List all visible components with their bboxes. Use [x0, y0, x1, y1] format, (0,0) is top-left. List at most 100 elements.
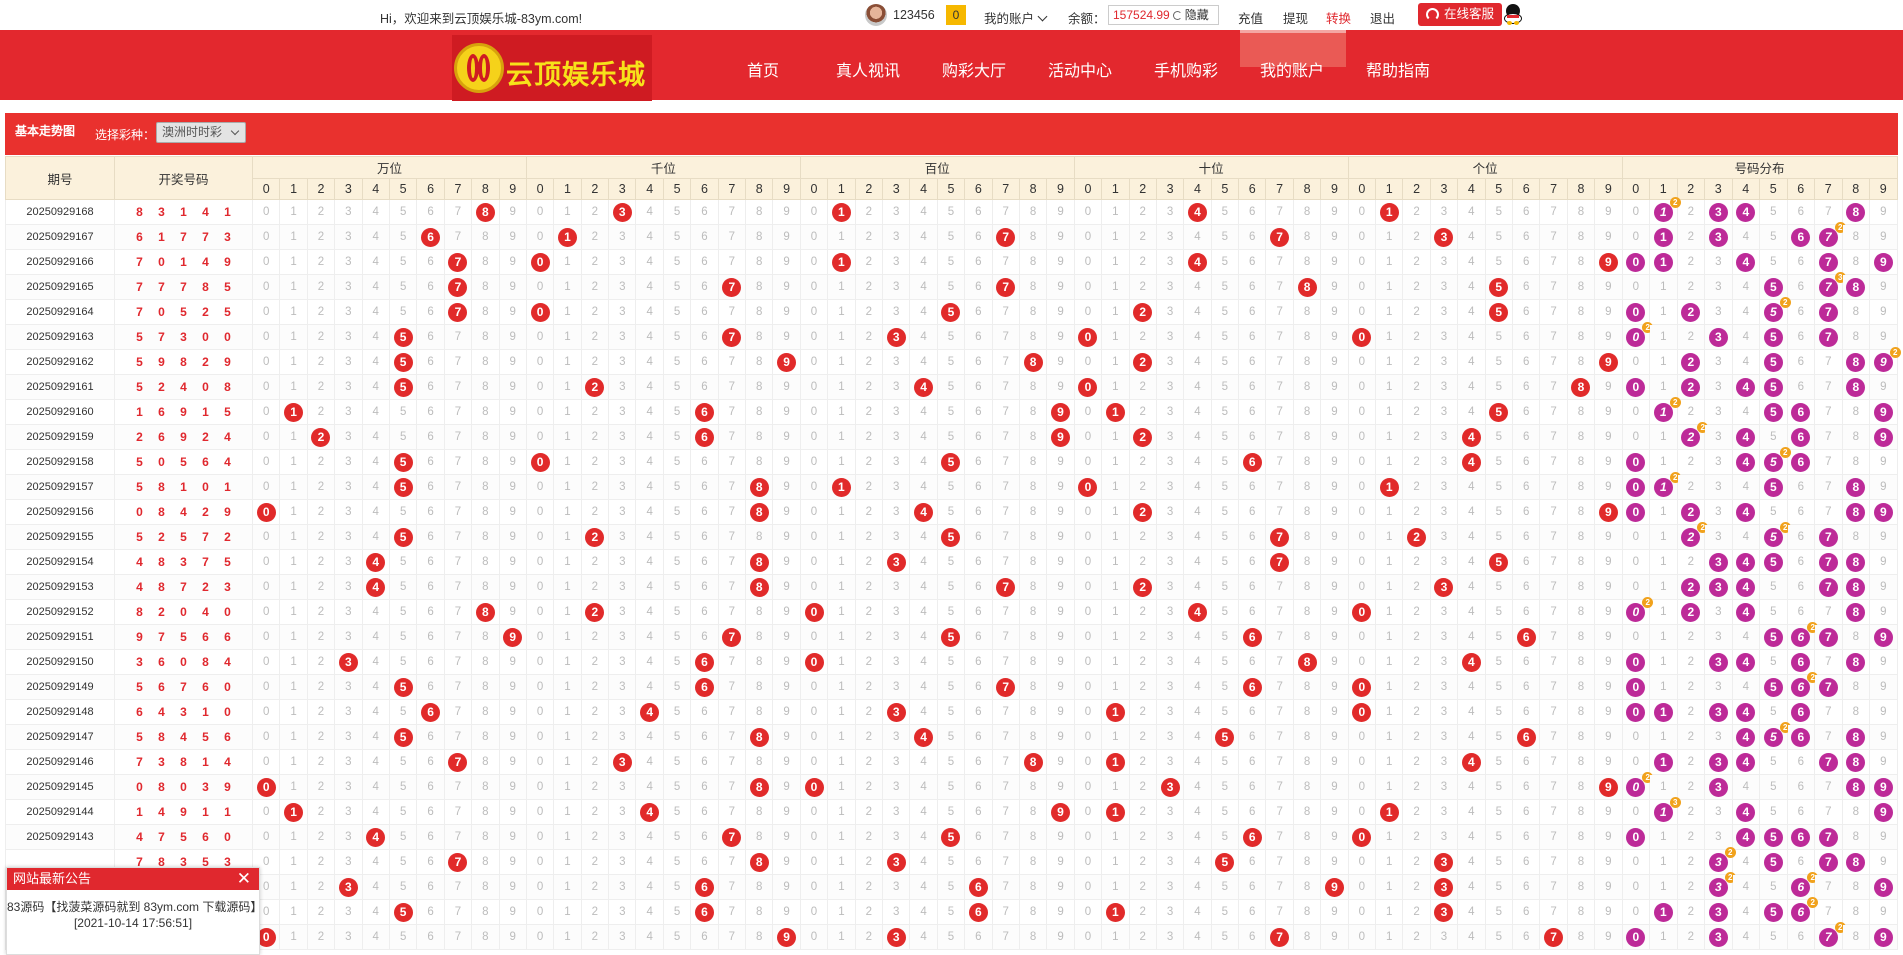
draw-digit: 6	[202, 630, 209, 644]
close-icon[interactable]: ✕	[237, 869, 251, 889]
dist-miss-cell: 9	[1869, 224, 1898, 250]
miss-cell: 1	[279, 274, 308, 300]
draw-digit: 5	[136, 730, 143, 744]
miss-cell: 9	[1046, 249, 1075, 275]
nav-promotions[interactable]: 活动中心	[1030, 57, 1130, 81]
miss-cell: 9	[772, 699, 801, 725]
nav-my-account[interactable]: 我的账户	[1242, 57, 1342, 81]
dist-ball: 8	[1841, 499, 1871, 525]
miss-cell: 8	[1566, 599, 1596, 625]
dist-ball: 52	[1759, 721, 1791, 750]
miss-cell: 7	[991, 374, 1020, 400]
miss-cell: 3	[334, 774, 363, 800]
nav-lottery-hall[interactable]: 购彩大厅	[924, 57, 1024, 81]
dist-ball-number: 0	[1626, 927, 1646, 947]
qq-icon[interactable]	[1504, 4, 1522, 25]
miss-cell: 3	[334, 374, 363, 400]
dist-miss-cell: 3	[1704, 724, 1733, 750]
link-deposit[interactable]: 充值	[1238, 8, 1263, 27]
dist-ball: 7	[1814, 574, 1843, 600]
nav-mobile-lottery[interactable]: 手机购彩	[1136, 57, 1236, 81]
miss-cell: 1	[827, 274, 856, 300]
my-account-dropdown[interactable]: 我的账户	[984, 8, 1048, 27]
miss-cell: 4	[1183, 324, 1212, 350]
dist-ball: 9	[1869, 774, 1898, 800]
draw-digit: 4	[202, 605, 209, 619]
miss-cell: 7	[991, 249, 1020, 275]
miss-cell: 6	[1511, 549, 1541, 575]
miss-cell: 4	[1457, 199, 1486, 225]
link-transfer[interactable]: 转换	[1326, 8, 1351, 27]
miss-cell: 1	[1101, 874, 1130, 900]
link-withdraw[interactable]: 提现	[1283, 8, 1308, 27]
dist-ball-number: 3	[1708, 227, 1728, 247]
miss-cell: 4	[1183, 849, 1212, 875]
miss-cell: 2	[1402, 374, 1431, 400]
draw-digit: 7	[180, 230, 187, 244]
draw-digit: 6	[136, 705, 143, 719]
link-logout[interactable]: 退出	[1370, 8, 1395, 27]
avatar[interactable]	[865, 4, 887, 26]
dist-ball-number: 12	[1653, 471, 1681, 497]
miss-cell: 9	[772, 499, 801, 525]
dist-miss-cell: 7	[1814, 499, 1843, 525]
miss-cell: 6	[1238, 349, 1267, 375]
nav-home[interactable]: 首页	[713, 57, 813, 81]
dist-ball-number: 9	[1873, 927, 1893, 947]
draw-numbers: 52408	[114, 374, 253, 400]
nav-live-video[interactable]: 真人视讯	[818, 57, 918, 81]
hit-ball-number: 3	[886, 852, 906, 872]
miss-cell: 2	[1128, 749, 1157, 775]
miss-cell: 3	[1155, 649, 1185, 675]
miss-cell: 9	[1594, 324, 1623, 350]
miss-cell: 7	[991, 324, 1020, 350]
miss-cell: 7	[991, 449, 1020, 475]
refresh-icon[interactable]	[1172, 11, 1182, 20]
site-logo[interactable]: 云顶娱乐城	[452, 35, 652, 101]
message-count-badge[interactable]: 0	[946, 5, 966, 25]
miss-cell: 8	[471, 374, 500, 400]
digit-header: 9	[772, 178, 801, 200]
miss-cell: 0	[251, 724, 281, 750]
miss-cell: 8	[471, 849, 500, 875]
hit-ball-number: 1	[1105, 702, 1125, 722]
dist-miss-cell: 4	[1731, 899, 1761, 925]
dist-ball-number: 3	[1708, 552, 1728, 572]
hit-ball: 6	[690, 874, 719, 900]
miss-cell: 0	[251, 624, 281, 650]
miss-cell: 8	[1018, 574, 1048, 600]
miss-cell: 2	[1402, 449, 1431, 475]
hit-ball: 3	[1155, 774, 1185, 800]
miss-cell: 2	[1402, 899, 1431, 925]
notice-text[interactable]: 83源码【找菠菜源码就到 83ym.com 下载源码】	[7, 899, 262, 915]
miss-cell: 3	[1429, 674, 1459, 700]
dist-ball-number: 62	[1791, 896, 1819, 922]
miss-cell: 8	[1292, 549, 1322, 575]
hit-ball: 2	[580, 374, 610, 400]
hit-ball: 5	[1210, 724, 1240, 750]
miss-cell: 6	[964, 524, 993, 550]
miss-cell: 6	[1238, 599, 1267, 625]
miss-cell: 0	[525, 624, 555, 650]
miss-cell: 6	[416, 649, 445, 675]
miss-cell: 5	[936, 599, 966, 625]
miss-cell: 0	[1073, 649, 1103, 675]
lottery-select[interactable]: 澳洲时时彩	[156, 122, 246, 143]
miss-cell: 5	[1484, 224, 1513, 250]
miss-cell: 6	[964, 249, 993, 275]
digit-header: 1	[279, 178, 308, 200]
miss-cell: 8	[1018, 224, 1048, 250]
miss-cell: 3	[608, 399, 637, 425]
miss-cell: 0	[1073, 874, 1103, 900]
dist-ball-number: 02	[1626, 596, 1654, 622]
miss-cell: 8	[471, 874, 500, 900]
draw-digit: 7	[136, 255, 143, 269]
online-service-button[interactable]: 在线客服	[1418, 3, 1502, 26]
miss-cell: 2	[306, 624, 336, 650]
hide-balance-button[interactable]: 隐藏	[1185, 8, 1209, 22]
miss-cell: 1	[553, 724, 582, 750]
miss-cell: 7	[443, 799, 473, 825]
miss-cell: 2	[854, 349, 883, 375]
nav-help[interactable]: 帮助指南	[1348, 57, 1448, 81]
miss-cell: 0	[525, 199, 555, 225]
